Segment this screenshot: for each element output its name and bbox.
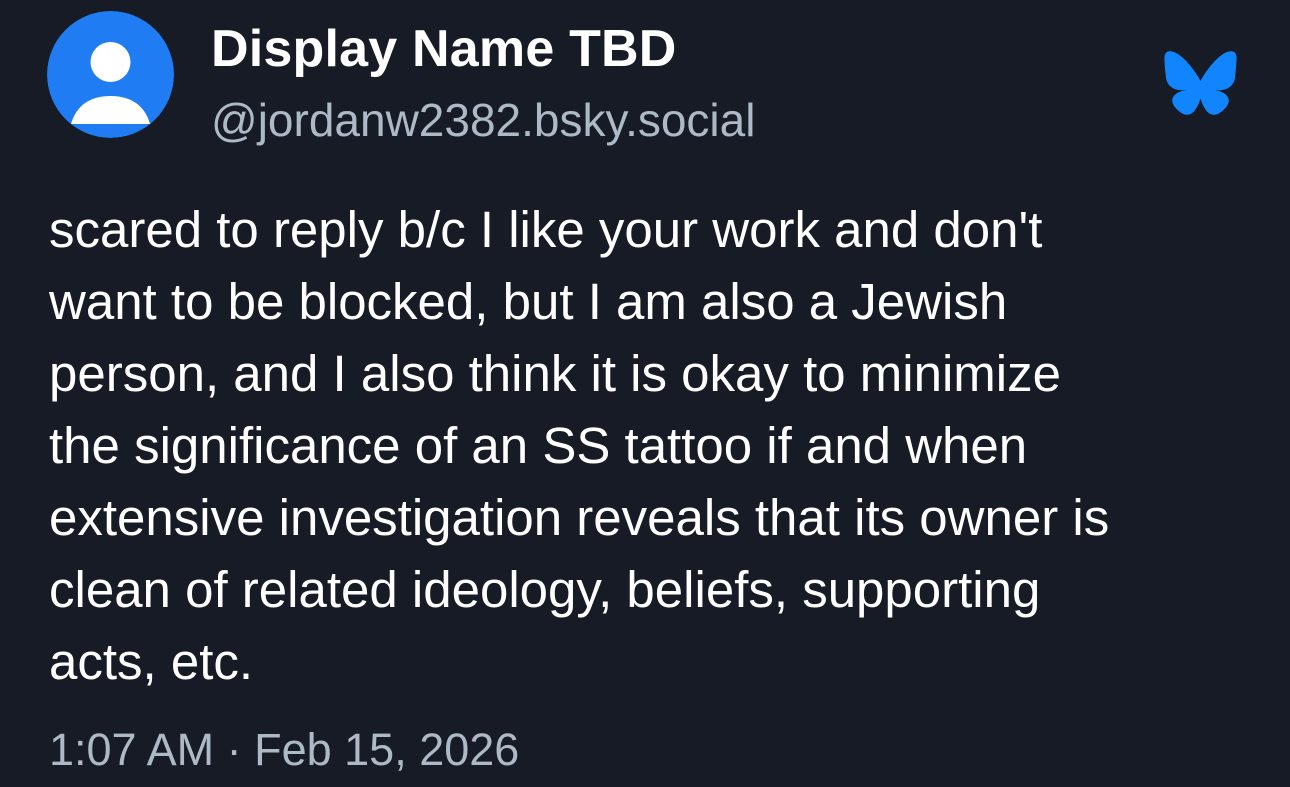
post-timestamp[interactable]: 1:07 AM · Feb 15, 2026 (49, 722, 519, 778)
author-display-name[interactable]: Display Name TBD (211, 18, 677, 80)
bluesky-butterfly-icon (1164, 51, 1237, 115)
post-card: Display Name TBD @jordanw2382.bsky.socia… (0, 0, 1290, 787)
post-text: scared to reply b/c I like your work and… (49, 201, 1110, 690)
bluesky-logo (1163, 50, 1238, 116)
author-avatar[interactable] (47, 11, 174, 138)
author-handle[interactable]: @jordanw2382.bsky.social (211, 92, 755, 148)
default-user-avatar-icon (47, 11, 174, 138)
